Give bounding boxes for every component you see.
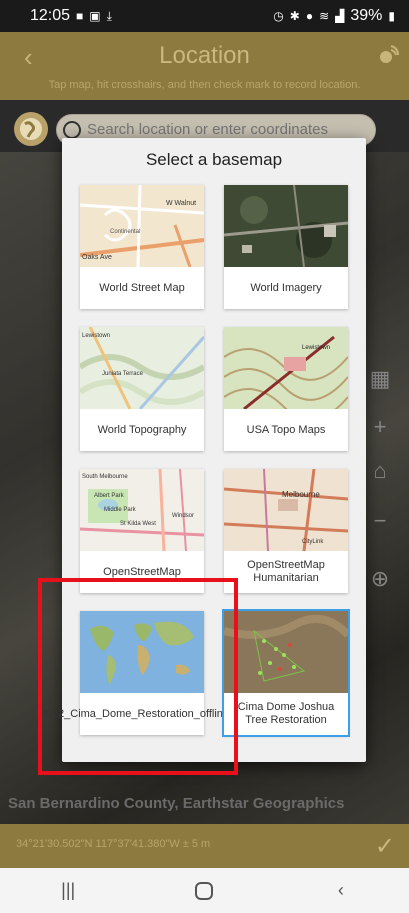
basemap-label: Cima Dome Joshua Tree Restoration <box>237 701 335 726</box>
usa-topo-thumbnail: Lewistown <box>224 327 348 409</box>
basemap-label: World Imagery <box>250 281 322 294</box>
thumb-label: Windsor <box>172 513 194 519</box>
search-input[interactable] <box>87 121 367 138</box>
app-header: ‹ Location Tap map, hit crosshairs, and … <box>0 32 409 100</box>
topography-thumbnail: Lewistown Juniata Terrace <box>80 327 204 409</box>
basemap-label: USA Topo Maps <box>246 423 326 436</box>
check-icon[interactable]: ✓ <box>375 832 395 861</box>
coordinates-readout: 34°21'30.502"N 117°37'41.380"W ± 5 m <box>16 838 211 850</box>
satellite-icon[interactable] <box>377 44 399 66</box>
download-icon: ⤓ <box>106 8 112 23</box>
thumb-label: Oaks Ave <box>82 254 112 261</box>
status-bar: 12:05 ■ ▣ ⤓ ◷ ✱ ● ≋ ▟ 39% ▮ <box>0 0 409 32</box>
crosshair-icon[interactable]: ⊕ <box>363 562 397 596</box>
battery-level: 39% <box>350 7 383 24</box>
basemap-openstreetmap[interactable]: South Melbourne Albert Park Middle Park … <box>80 469 204 593</box>
bluetooth-icon: ✱ <box>289 9 300 23</box>
back-nav-icon[interactable]: ‹ <box>311 880 371 901</box>
basemap-world-street-map[interactable]: W Walnut Continental Oaks Ave World Stre… <box>80 185 204 309</box>
basemap-world-imagery[interactable]: World Imagery <box>224 185 348 309</box>
thumb-label: Middle Park <box>104 507 137 513</box>
search-icon <box>63 121 81 139</box>
basemap-cima-dome-joshua-tree[interactable]: Cima Dome Joshua Tree Restoration <box>224 611 348 735</box>
home-nav-button[interactable] <box>174 881 234 900</box>
osm-thumbnail: South Melbourne Albert Park Middle Park … <box>80 469 204 551</box>
coordinate-bar: 34°21'30.502"N 117°37'41.380"W ± 5 m ✓ <box>0 824 409 868</box>
thumb-label: W Walnut <box>166 200 196 207</box>
home-nav-icon <box>195 881 214 900</box>
message-icon: ■ <box>76 9 84 23</box>
system-nav-bar: ||| ‹ <box>0 868 409 913</box>
gallery-icon: ▣ <box>89 9 101 23</box>
highlight-annotation <box>38 578 238 775</box>
thumb-label: Continental <box>110 229 140 235</box>
page-subtitle: Tap map, hit crosshairs, and then check … <box>48 79 361 91</box>
thumb-label: Juniata Terrace <box>102 371 144 377</box>
battery-icon: ▮ <box>388 9 395 23</box>
signal-icon: ▟ <box>335 9 345 23</box>
humanitarian-thumbnail: Melbourne CityLink <box>224 469 348 551</box>
home-icon[interactable]: ⌂ <box>363 454 397 488</box>
basemap-world-topography[interactable]: Lewistown Juniata Terrace World Topograp… <box>80 327 204 451</box>
street-map-thumbnail: W Walnut Continental Oaks Ave <box>80 185 204 267</box>
thumb-label: South Melbourne <box>82 474 128 480</box>
dialog-title: Select a basemap <box>145 150 283 169</box>
wifi-icon: ≋ <box>319 9 330 23</box>
globe-button[interactable] <box>14 112 48 146</box>
thumb-label: Melbourne <box>282 490 320 499</box>
thumb-label: St Kilda West <box>120 521 156 527</box>
basemap-label: World Street Map <box>99 281 185 294</box>
basemap-label: OpenStreetMap Humanitarian <box>247 559 325 584</box>
zoom-in-icon[interactable]: + <box>363 410 397 444</box>
qr-icon[interactable]: ▦ <box>363 362 397 396</box>
basemap-openstreetmap-humanitarian[interactable]: Melbourne CityLink OpenStreetMap Humanit… <box>224 469 348 593</box>
alarm-icon: ◷ <box>273 9 284 23</box>
cima-dome-thumbnail <box>224 611 348 693</box>
location-icon: ● <box>305 9 314 23</box>
thumb-label: Lewistown <box>302 345 330 351</box>
status-right: ◷ ✱ ● ≋ ▟ 39% ▮ <box>273 7 395 25</box>
zoom-out-icon[interactable]: − <box>363 504 397 538</box>
thumb-label: Albert Park <box>94 493 125 499</box>
recents-icon[interactable]: ||| <box>38 880 98 901</box>
map-attribution: San Bernardino County, Earthstar Geograp… <box>8 795 345 812</box>
basemap-usa-topo-maps[interactable]: Lewistown USA Topo Maps <box>224 327 348 451</box>
status-time: 12:05 <box>30 7 71 24</box>
basemap-label: World Topography <box>97 423 187 436</box>
page-title: Location <box>159 42 250 69</box>
status-left: 12:05 ■ ▣ ⤓ <box>30 7 112 25</box>
globe-icon <box>20 118 42 140</box>
imagery-thumbnail <box>224 185 348 267</box>
thumb-label: Lewistown <box>82 333 110 339</box>
thumb-label: CityLink <box>302 539 324 545</box>
